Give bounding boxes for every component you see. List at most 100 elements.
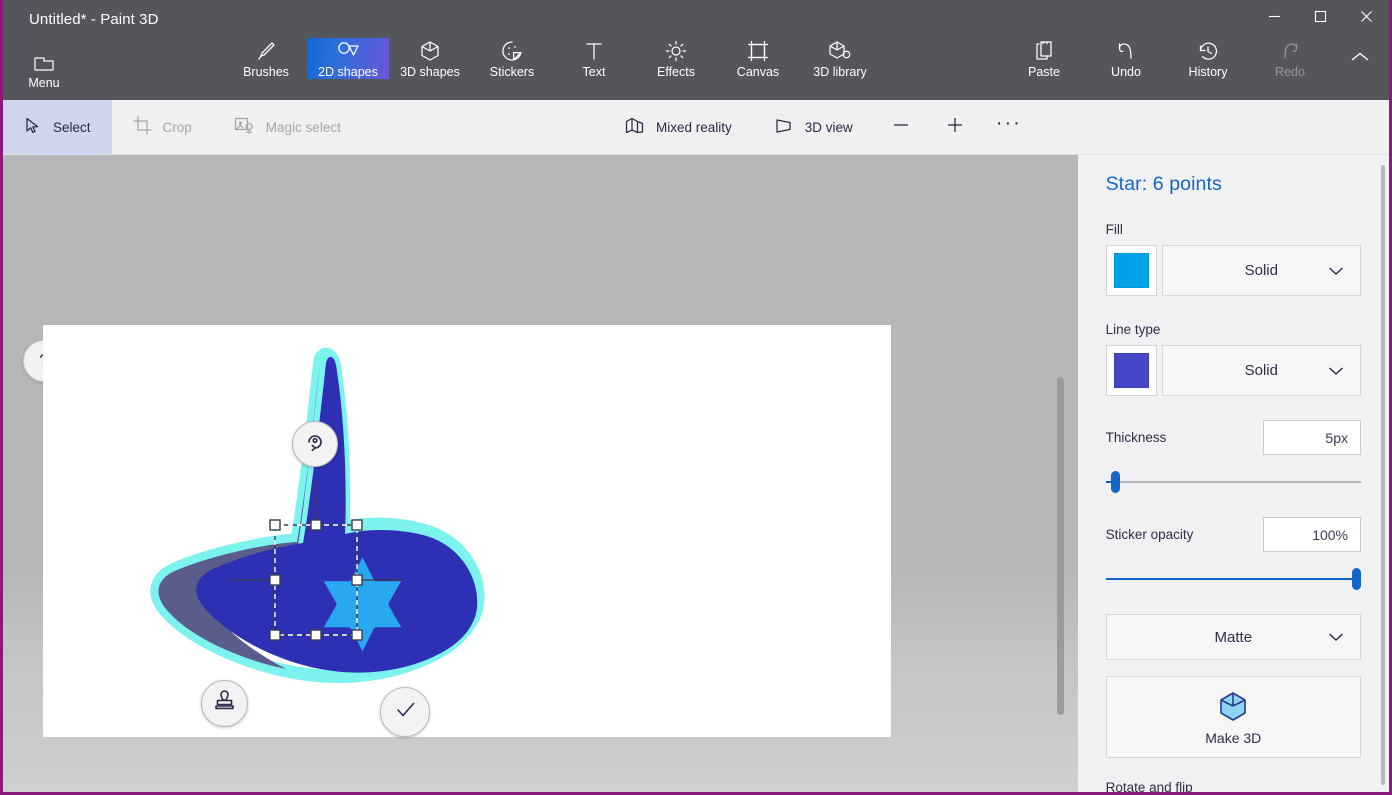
minimize-button[interactable] <box>1251 0 1297 38</box>
cube-icon <box>420 38 440 62</box>
ribbon-tab-text[interactable]: Text <box>553 38 635 79</box>
sticker-opacity-slider-fill <box>1105 577 1361 581</box>
ellipsis-icon: ··· <box>995 111 1022 134</box>
tool-crop-label: Crop <box>162 119 192 135</box>
window-title: Untitled* - Paint 3D <box>29 10 159 28</box>
tool-3d-view[interactable]: 3D view <box>753 100 874 154</box>
tool-select[interactable]: Select <box>3 100 112 154</box>
tool-mixed-reality[interactable]: Mixed reality <box>603 100 753 154</box>
fill-color-swatch <box>1113 253 1149 288</box>
redo-button: Redo <box>1249 38 1331 79</box>
line-type-row: Solid <box>1105 345 1361 396</box>
make-3d-button[interactable]: Make 3D <box>1105 676 1361 758</box>
thickness-input[interactable]: 5px <box>1263 420 1361 455</box>
sticker-opacity-slider[interactable] <box>1105 568 1361 590</box>
history-button[interactable]: History <box>1167 38 1249 79</box>
sticker-opacity-row: Sticker opacity 100% <box>1106 517 1361 552</box>
more-options-button[interactable]: ··· <box>982 100 1036 154</box>
ribbon-tab-stickers-label: Stickers <box>489 65 535 79</box>
canvas-stage[interactable]: ? <box>3 155 1078 792</box>
paint3d-window: Untitled* - Paint 3D Menu Brushes 2D sha… <box>0 0 1392 795</box>
ribbon-tab-3d-shapes[interactable]: 3D shapes <box>389 38 471 79</box>
zoom-in-button[interactable] <box>928 100 982 154</box>
tool-magic-select-label: Magic select <box>265 119 341 135</box>
undo-button[interactable]: Undo <box>1085 38 1167 79</box>
maximize-button[interactable] <box>1297 0 1343 38</box>
ribbon-tab-3d-shapes-label: 3D shapes <box>400 65 460 79</box>
material-value: Matte <box>1214 628 1253 646</box>
canvas-paper[interactable] <box>43 325 891 737</box>
ribbon-left-group: Menu <box>3 38 85 100</box>
stamp-icon <box>213 689 236 718</box>
chevron-down-icon <box>1328 632 1344 642</box>
undo-icon <box>1115 38 1137 62</box>
ribbon-tab-brushes-label: Brushes <box>243 65 289 79</box>
paste-icon <box>1034 38 1054 62</box>
canvas-icon <box>747 38 769 62</box>
ribbon-tab-brushes[interactable]: Brushes <box>225 38 307 79</box>
fill-color-button[interactable] <box>1105 245 1157 296</box>
ribbon-tab-menu-label: Menu <box>28 75 60 90</box>
ribbon-tab-effects[interactable]: Effects <box>635 38 717 79</box>
line-color-button[interactable] <box>1105 345 1157 396</box>
fill-style-dropdown[interactable]: Solid <box>1161 245 1361 296</box>
make-3d-label: Make 3D <box>1205 729 1262 746</box>
ribbon-collapse-button[interactable] <box>1331 38 1389 79</box>
history-icon <box>1197 38 1219 62</box>
paste-button[interactable]: Paste <box>1003 38 1085 79</box>
rotate-handle-button[interactable] <box>292 421 338 467</box>
text-icon <box>584 38 604 62</box>
stamp-button[interactable] <box>201 680 248 727</box>
rotate-handle-icon <box>304 431 326 458</box>
ribbon-tab-stickers[interactable]: Stickers <box>471 38 553 79</box>
sticker-opacity-slider-thumb[interactable] <box>1352 568 1361 590</box>
thickness-label: Thickness <box>1105 430 1167 445</box>
ribbon-tab-3d-library-label: 3D library <box>813 65 867 79</box>
thickness-slider-thumb[interactable] <box>1110 471 1120 493</box>
sticker-opacity-value: 100% <box>1312 526 1348 543</box>
fill-style-value: Solid <box>1244 262 1278 279</box>
checkmark-icon <box>393 697 418 727</box>
ribbon-tab-3d-library[interactable]: 3D library <box>799 38 881 79</box>
thickness-value: 5px <box>1325 429 1348 446</box>
mixed-reality-icon <box>624 116 645 138</box>
plus-icon <box>945 115 965 140</box>
tool-magic-select: Magic select <box>213 100 362 154</box>
ribbon-tab-menu[interactable]: Menu <box>3 38 85 100</box>
close-icon <box>1360 10 1373 28</box>
line-style-dropdown[interactable]: Solid <box>1161 345 1361 396</box>
workspace: ? <box>3 155 1389 792</box>
properties-panel: Star: 6 points Fill Solid Line type Soli… <box>1077 155 1389 792</box>
close-button[interactable] <box>1343 0 1389 38</box>
title-bar: Untitled* - Paint 3D <box>3 0 1389 38</box>
material-dropdown[interactable]: Matte <box>1105 614 1361 660</box>
chevron-down-icon <box>1328 366 1344 376</box>
canvas-vertical-scrollbar[interactable] <box>1056 377 1064 715</box>
minus-icon <box>891 115 911 140</box>
confirm-button[interactable] <box>380 687 430 737</box>
panel-title: Star: 6 points <box>1105 173 1222 195</box>
thickness-slider[interactable] <box>1105 471 1361 493</box>
toolbar-right-group: Mixed reality 3D view ··· <box>603 100 1036 154</box>
panel-scrollbar[interactable] <box>1381 165 1385 785</box>
sticker-opacity-input[interactable]: 100% <box>1263 517 1361 552</box>
undo-label: Undo <box>1111 65 1141 79</box>
line-style-value: Solid <box>1244 362 1278 379</box>
redo-label: Redo <box>1275 65 1305 79</box>
3d-view-icon <box>774 117 794 138</box>
line-color-swatch <box>1113 353 1149 388</box>
fill-row: Solid <box>1105 245 1361 296</box>
brush-icon <box>255 38 277 62</box>
ribbon-tab-canvas[interactable]: Canvas <box>717 38 799 79</box>
ribbon-bar: Menu Brushes 2D shapes 3D shapes Sticker… <box>3 38 1389 100</box>
thickness-row: Thickness 5px <box>1106 420 1361 455</box>
ribbon-actions: Paste Undo History Redo <box>1003 38 1389 79</box>
line-type-label: Line type <box>1105 322 1161 337</box>
chevron-up-icon <box>1350 50 1370 68</box>
ribbon-tabs: Brushes 2D shapes 3D shapes Stickers Tex… <box>225 38 881 79</box>
chevron-down-icon <box>1328 266 1344 276</box>
redo-icon <box>1279 38 1301 62</box>
ribbon-tab-2d-shapes[interactable]: 2D shapes <box>307 38 389 79</box>
3d-library-icon <box>828 38 852 62</box>
zoom-out-button[interactable] <box>874 100 928 154</box>
